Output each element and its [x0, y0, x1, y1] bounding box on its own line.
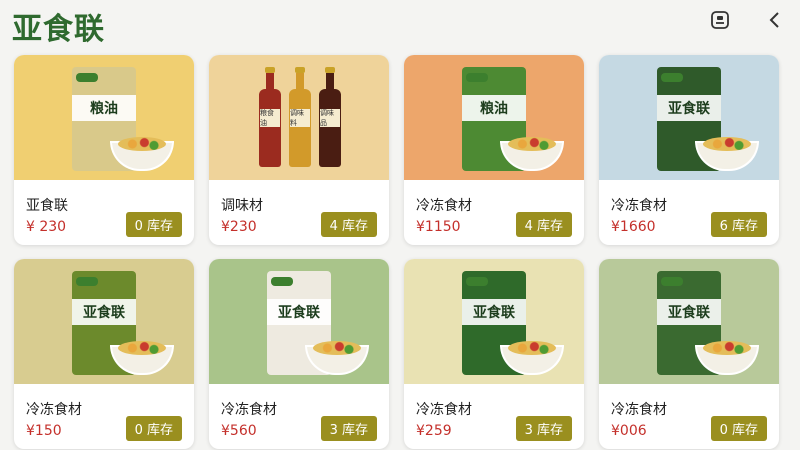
stock-badge: 3 库存 — [515, 416, 572, 441]
stock-badge: 4 库存 — [515, 212, 572, 237]
bottle-image: 调味品 — [319, 67, 341, 167]
bottle-label: 调味品 — [320, 109, 340, 127]
product-grid: 粮油 亚食联 ¥ 230 0 库存 粮食油 调味料 调味品 调味材 ¥230 4 库… — [14, 55, 786, 449]
product-card[interactable]: 粮油 冷冻食材 ¥1150 4 库存 — [404, 55, 584, 245]
product-card[interactable]: 亚食联 冷冻食材 ¥560 3 库存 — [209, 259, 389, 449]
product-name: 冷冻食材 — [611, 198, 667, 214]
product-price: ¥1150 — [416, 219, 461, 235]
product-price: ¥ 230 — [26, 219, 67, 235]
product-name: 亚食联 — [26, 198, 68, 214]
top-actions — [708, 8, 786, 32]
brand-logo — [466, 73, 488, 82]
product-image: 粮食油 调味料 调味品 — [209, 55, 389, 180]
brand-logo — [271, 277, 293, 286]
bottle-image: 调味料 — [289, 67, 311, 167]
brand-logo — [466, 277, 488, 286]
product-card[interactable]: 粮油 亚食联 ¥ 230 0 库存 — [14, 55, 194, 245]
brand-logo — [661, 277, 683, 286]
product-image: 亚食联 — [209, 259, 389, 384]
bag-label: 亚食联 — [267, 299, 331, 325]
product-price: ¥006 — [611, 423, 647, 439]
app-title: 亚食联 — [12, 12, 105, 47]
stock-badge: 6 库存 — [710, 212, 767, 237]
stock-badge: 0 库存 — [125, 416, 182, 441]
product-name: 冷冻食材 — [416, 198, 472, 214]
product-card[interactable]: 粮食油 调味料 调味品 调味材 ¥230 4 库存 — [209, 55, 389, 245]
product-name: 冷冻食材 — [611, 402, 667, 418]
bag-label: 亚食联 — [72, 299, 136, 325]
stock-badge: 4 库存 — [320, 212, 377, 237]
product-price: ¥230 — [221, 219, 257, 235]
product-price: ¥150 — [26, 423, 62, 439]
bottle-label: 调味料 — [290, 109, 310, 127]
product-image: 亚食联 — [599, 259, 779, 384]
bag-label: 粮油 — [72, 95, 136, 121]
product-price: ¥1660 — [611, 219, 656, 235]
product-name: 冷冻食材 — [26, 402, 82, 418]
product-image: 亚食联 — [404, 259, 584, 384]
bottle-image: 粮食油 — [259, 67, 281, 167]
stock-badge: 0 库存 — [125, 212, 182, 237]
product-image: 粮油 — [404, 55, 584, 180]
product-name: 冷冻食材 — [416, 402, 472, 418]
product-card[interactable]: 亚食联 冷冻食材 ¥1660 6 库存 — [599, 55, 779, 245]
scan-icon[interactable] — [708, 8, 732, 32]
back-chevron-icon[interactable] — [762, 8, 786, 32]
product-image: 亚食联 — [14, 259, 194, 384]
brand-logo — [76, 73, 98, 82]
bag-label: 粮油 — [462, 95, 526, 121]
product-card[interactable]: 亚食联 冷冻食材 ¥259 3 库存 — [404, 259, 584, 449]
brand-logo — [661, 73, 683, 82]
stock-badge: 0 库存 — [710, 416, 767, 441]
bottle-label: 粮食油 — [260, 109, 280, 127]
bag-label: 亚食联 — [657, 95, 721, 121]
product-price: ¥259 — [416, 423, 452, 439]
bag-label: 亚食联 — [657, 299, 721, 325]
product-image: 亚食联 — [599, 55, 779, 180]
bag-label: 亚食联 — [462, 299, 526, 325]
product-card[interactable]: 亚食联 冷冻食材 ¥006 0 库存 — [599, 259, 779, 449]
product-name: 冷冻食材 — [221, 402, 277, 418]
stock-badge: 3 库存 — [320, 416, 377, 441]
product-name: 调味材 — [221, 198, 263, 214]
brand-logo — [76, 277, 98, 286]
product-price: ¥560 — [221, 423, 257, 439]
product-card[interactable]: 亚食联 冷冻食材 ¥150 0 库存 — [14, 259, 194, 449]
product-image: 粮油 — [14, 55, 194, 180]
